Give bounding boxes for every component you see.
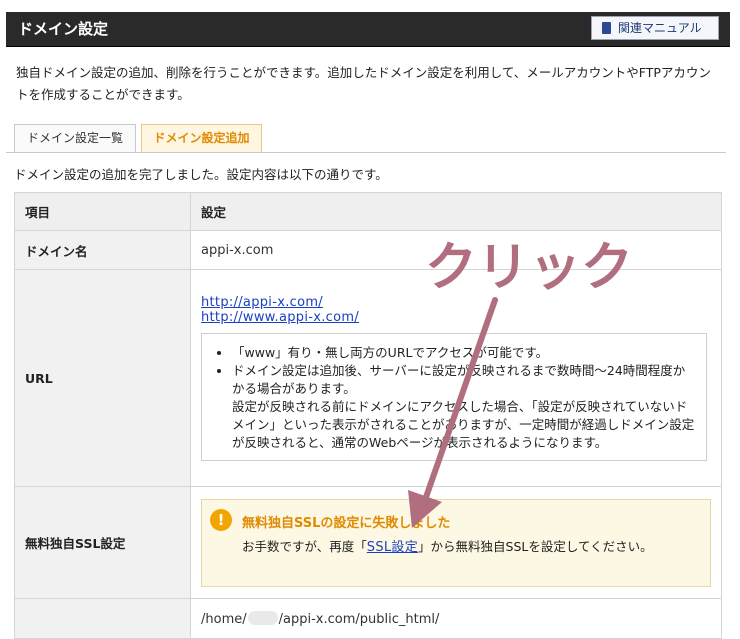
url-notes-box: 「www」有り・無し両方のURLでアクセスが可能です。 ドメイン設定は追加後、サ… [201, 333, 707, 461]
url-note-1: 「www」有り・無し両方のURLでアクセスが可能です。 [232, 344, 696, 362]
path-value: /home/ /appi-x.com/public_html/ [190, 598, 722, 639]
column-header-setting: 設定 [190, 192, 722, 231]
exclamation-icon: ! [210, 508, 232, 531]
domain-name-text: appi-x.com [201, 243, 274, 258]
path-label [14, 598, 191, 639]
settings-table: 項目 設定 ドメイン名 appi-x.com URL http://appi-x… [14, 192, 722, 639]
column-header-item: 項目 [14, 192, 191, 231]
tab-domain-list[interactable]: ドメイン設定一覧 [14, 124, 136, 152]
domain-name-value: appi-x.com [190, 230, 722, 270]
table-header-row: 項目 設定 [14, 192, 722, 231]
tab-domain-add[interactable]: ドメイン設定追加 [141, 124, 262, 152]
ssl-warning-post: 」から無料独自SSLを設定してください。 [418, 538, 653, 554]
table-row-ssl: 無料独自SSL設定 ! 無料独自SSLの設定に失敗しました お手数ですが、再度「… [14, 486, 722, 599]
table-row-url: URL http://appi-x.com/ http://www.appi-x… [14, 269, 722, 487]
url-note-2-sub: 設定が反映される前にドメインにアクセスした場合、「設定が反映されていないドメイン… [232, 399, 695, 450]
page-header: ドメイン設定 関連マニュアル [6, 12, 730, 47]
url-link-1[interactable]: http://appi-x.com/ [201, 295, 711, 310]
url-label: URL [14, 269, 191, 487]
url-note-2: ドメイン設定は追加後、サーバーに設定が反映されるまで数時間～24時間程度かかる場… [232, 362, 696, 452]
ssl-label: 無料独自SSL設定 [14, 486, 191, 599]
redacted-username [247, 610, 278, 625]
book-icon [602, 22, 611, 34]
url-note-2-text: ドメイン設定は追加後、サーバーに設定が反映されるまで数時間～24時間程度かかる場… [232, 363, 686, 396]
ssl-warning-pre: お手数ですが、再度「 [242, 538, 367, 554]
tabs-divider [6, 152, 726, 153]
ssl-warning-box: ! 無料独自SSLの設定に失敗しました お手数ですが、再度「SSL設定」から無料… [201, 498, 711, 587]
related-manual-button[interactable]: 関連マニュアル [591, 16, 719, 40]
domain-name-label: ドメイン名 [14, 230, 191, 270]
ssl-warning-title: 無料独自SSLの設定に失敗しました [242, 515, 451, 531]
path-prefix: /home/ [201, 611, 247, 627]
url-link-2[interactable]: http://www.appi-x.com/ [201, 310, 711, 325]
page-description: 独自ドメイン設定の追加、削除を行うことができます。追加したドメイン設定を利用して… [16, 65, 711, 102]
table-row-domain: ドメイン名 appi-x.com [14, 230, 722, 270]
related-manual-label: 関連マニュアル [618, 21, 702, 35]
ssl-settings-link[interactable]: SSL設定 [367, 540, 418, 555]
table-row-path: /home/ /appi-x.com/public_html/ [14, 598, 722, 639]
ssl-value: ! 無料独自SSLの設定に失敗しました お手数ですが、再度「SSL設定」から無料… [190, 486, 722, 599]
url-value: http://appi-x.com/ http://www.appi-x.com… [190, 269, 722, 487]
page-title: ドメイン設定 [18, 20, 109, 38]
completion-message: ドメイン設定の追加を完了しました。設定内容は以下の通りです。 [14, 167, 388, 182]
ssl-warning-body: お手数ですが、再度「SSL設定」から無料独自SSLを設定してください。 [242, 538, 682, 557]
path-suffix: /appi-x.com/public_html/ [278, 611, 440, 627]
